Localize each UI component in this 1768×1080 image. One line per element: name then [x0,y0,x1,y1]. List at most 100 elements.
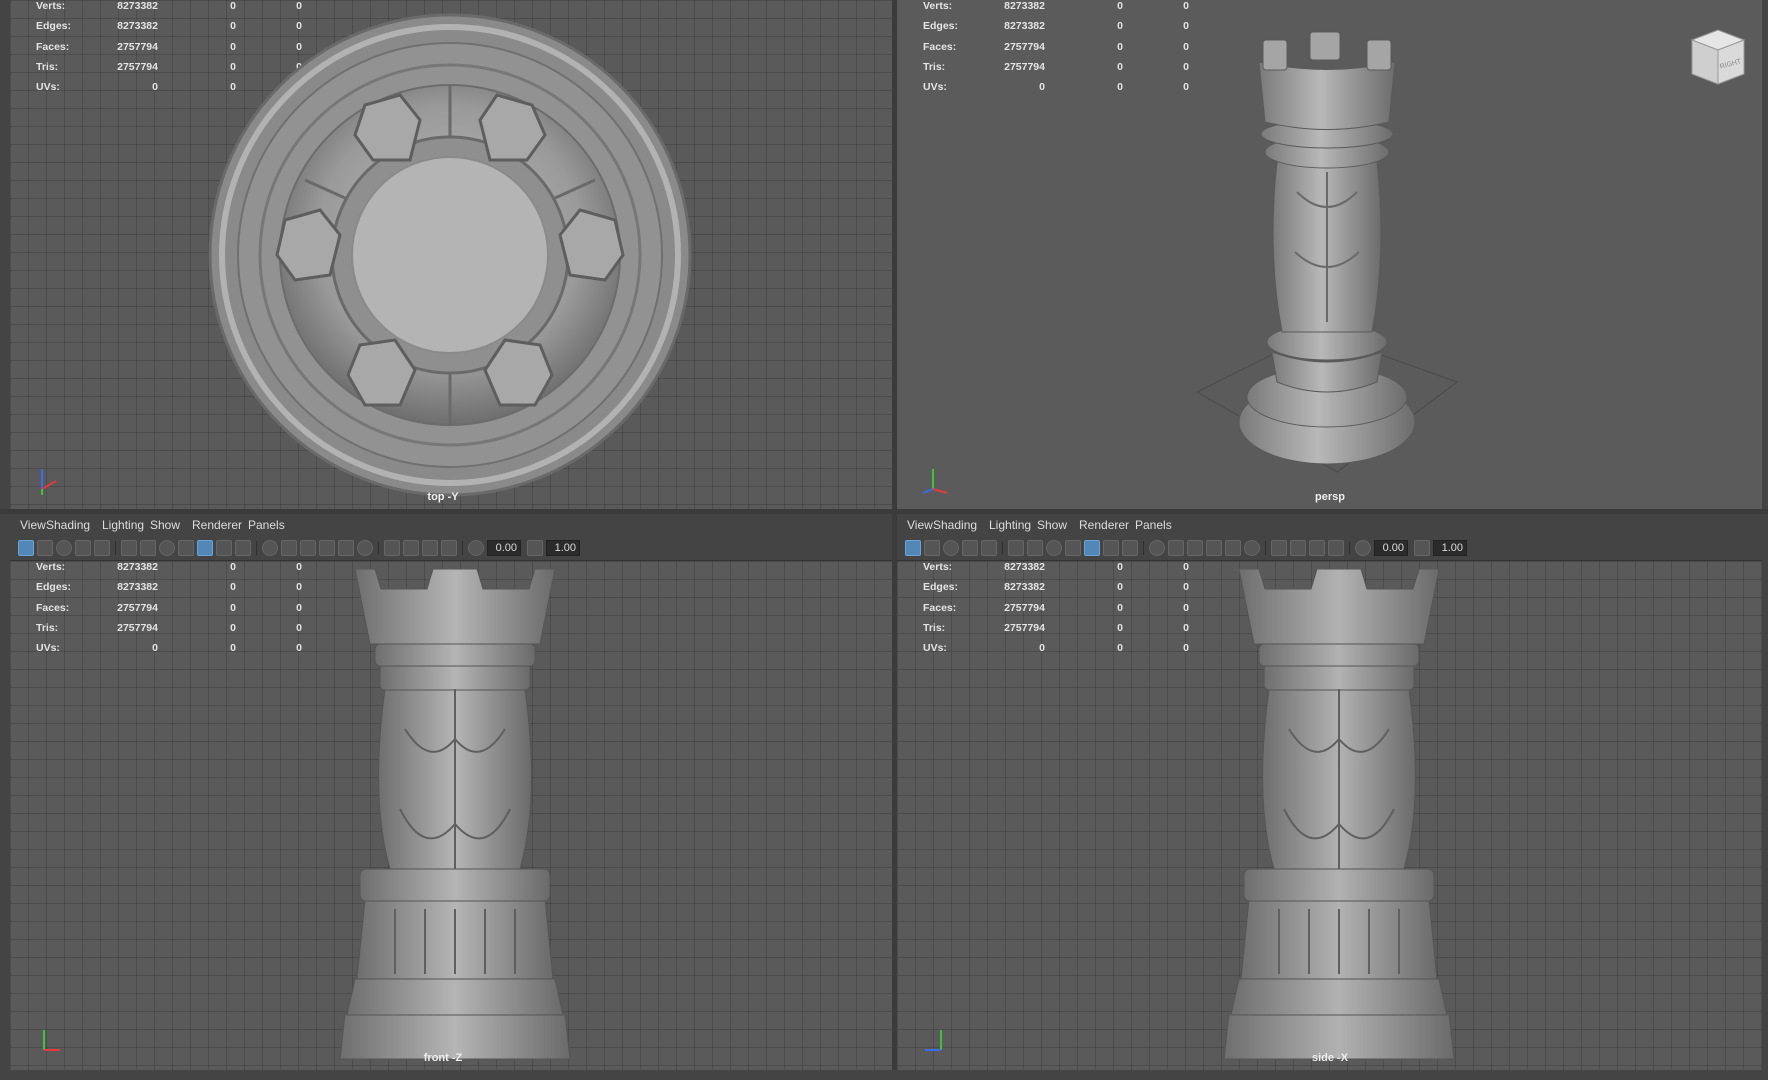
viewport-top[interactable]: Verts: 8273382 0 0 Edges: 8273382 0 0 Faces: 2757… [10,0,892,509]
anti-aliasing-icon[interactable] [1225,540,1241,556]
xray-joints-icon[interactable] [1309,540,1325,556]
wireframe-icon[interactable] [1065,540,1081,556]
safe-action-icon[interactable] [1046,540,1062,556]
hud-stat-value: 2757794 [117,60,158,73]
hud-stat-value: 0 [296,621,302,634]
resolution-gate-icon[interactable] [140,540,156,556]
ambient-occlusion-icon[interactable] [300,540,316,556]
motion-blur-icon[interactable] [1206,540,1222,556]
resolution-gate-icon[interactable] [1027,540,1043,556]
viewport-canvas-side[interactable]: Verts: 8273382 0 0 Edges: 8273382 0 0 Faces: 2757… [897,561,1762,1070]
menu-lighting[interactable]: Lighting [989,518,1031,532]
gamma-field[interactable]: 1.00 [1433,540,1467,556]
hud-stat-value: 0 [1183,642,1189,655]
panel-menubar: View Shading Lighting Show Renderer Panels [897,514,1762,537]
viewport-side[interactable]: View Shading Lighting Show Renderer Panels 0.… [897,514,1762,1070]
isolate-select-icon[interactable] [384,540,400,556]
lights-icon[interactable] [1149,540,1165,556]
camera-attributes-icon[interactable] [924,540,940,556]
rook-model-top-view[interactable] [205,10,695,500]
toolbar-separator [462,541,463,555]
select-camera-icon[interactable] [18,540,34,556]
exposure-icon[interactable] [468,540,484,556]
depth-of-field-icon[interactable] [357,540,373,556]
gamma-field[interactable]: 1.00 [546,540,580,556]
film-gate-icon[interactable] [121,540,137,556]
backface-culling-icon[interactable] [1328,540,1344,556]
shadows-icon[interactable] [281,540,297,556]
rook-model-side-view[interactable] [1219,569,1459,1061]
viewport-front[interactable]: View Shading Lighting Show Renderer Panels 0.… [10,514,892,1070]
exposure-field[interactable]: 0.00 [1374,540,1408,556]
bookmark-icon[interactable] [56,540,72,556]
axis-gizmo-side [925,1030,942,1051]
hud-stat-value: 0 [1039,81,1045,94]
wireframe-icon[interactable] [178,540,194,556]
toolbar-separator [115,541,116,555]
grid-icon[interactable] [981,540,997,556]
menu-show[interactable]: Show [1037,518,1067,532]
hud-stat-value: 2757794 [117,40,158,53]
menu-show[interactable]: Show [150,518,180,532]
exposure-field[interactable]: 0.00 [487,540,521,556]
bookmark-icon[interactable] [943,540,959,556]
film-gate-icon[interactable] [1008,540,1024,556]
hud-stat-label: Edges: [36,20,72,33]
viewport-canvas-front[interactable]: Verts: 8273382 0 0 Edges: 8273382 0 0 Faces: 2757… [10,561,892,1070]
depth-of-field-icon[interactable] [1244,540,1260,556]
menu-shading[interactable]: Shading [46,518,90,532]
viewcube[interactable]: RIGHT [1682,22,1752,92]
camera-attributes-icon[interactable] [37,540,53,556]
textured-icon[interactable] [1122,540,1138,556]
default-material-icon[interactable] [216,540,232,556]
panel-divider-horizontal[interactable] [0,509,1768,514]
grid-icon[interactable] [94,540,110,556]
lights-icon[interactable] [262,540,278,556]
backface-culling-icon[interactable] [441,540,457,556]
motion-blur-icon[interactable] [319,540,335,556]
menu-panels[interactable]: Panels [248,518,285,532]
xray-icon[interactable] [1290,540,1306,556]
smooth-shade-icon[interactable] [1084,540,1100,556]
ambient-occlusion-icon[interactable] [1187,540,1203,556]
menu-renderer[interactable]: Renderer [1079,518,1129,532]
menu-view[interactable]: View [20,518,46,532]
grease-pencil-icon[interactable] [75,540,91,556]
grease-pencil-icon[interactable] [962,540,978,556]
toolbar-separator [1349,541,1350,555]
gamma-icon[interactable] [1414,540,1430,556]
panel-divider-vertical[interactable] [892,0,897,1080]
anti-aliasing-icon[interactable] [338,540,354,556]
menu-renderer[interactable]: Renderer [192,518,242,532]
poly-count-hud: Verts: 8273382 0 0 Edges: 8273382 0 0 Faces: 2757… [26,561,302,662]
xray-icon[interactable] [403,540,419,556]
rook-model-persp-view[interactable] [1177,22,1507,492]
hud-stat-value: 8273382 [1004,20,1045,33]
textured-icon[interactable] [235,540,251,556]
hud-stat-label: Edges: [36,581,72,594]
default-material-icon[interactable] [1103,540,1119,556]
hud-stat-label: Verts: [36,0,66,12]
viewport-canvas-persp[interactable]: Verts: 8273382 0 0 Edges: 8273382 0 0 Faces: 2757… [897,0,1762,509]
isolate-select-icon[interactable] [1271,540,1287,556]
hud-stat-value: 0 [230,621,236,634]
rook-model-front-view[interactable] [335,569,575,1061]
shadows-icon[interactable] [1168,540,1184,556]
menu-lighting[interactable]: Lighting [102,518,144,532]
right-panel-edge [1762,0,1768,1080]
menu-view[interactable]: View [907,518,933,532]
select-camera-icon[interactable] [905,540,921,556]
viewport-persp[interactable]: Verts: 8273382 0 0 Edges: 8273382 0 0 Faces: 2757… [897,0,1762,509]
safe-action-icon[interactable] [159,540,175,556]
toolbar-separator [256,541,257,555]
menu-panels[interactable]: Panels [1135,518,1172,532]
xray-joints-icon[interactable] [422,540,438,556]
hud-stat-label: Tris: [36,60,59,73]
smooth-shade-icon[interactable] [197,540,213,556]
gamma-icon[interactable] [527,540,543,556]
hud-stat-value: 8273382 [1004,561,1045,573]
exposure-icon[interactable] [1355,540,1371,556]
viewport-canvas-top[interactable]: Verts: 8273382 0 0 Edges: 8273382 0 0 Faces: 2757… [10,0,892,509]
axis-gizmo-persp [922,469,948,494]
menu-shading[interactable]: Shading [933,518,977,532]
